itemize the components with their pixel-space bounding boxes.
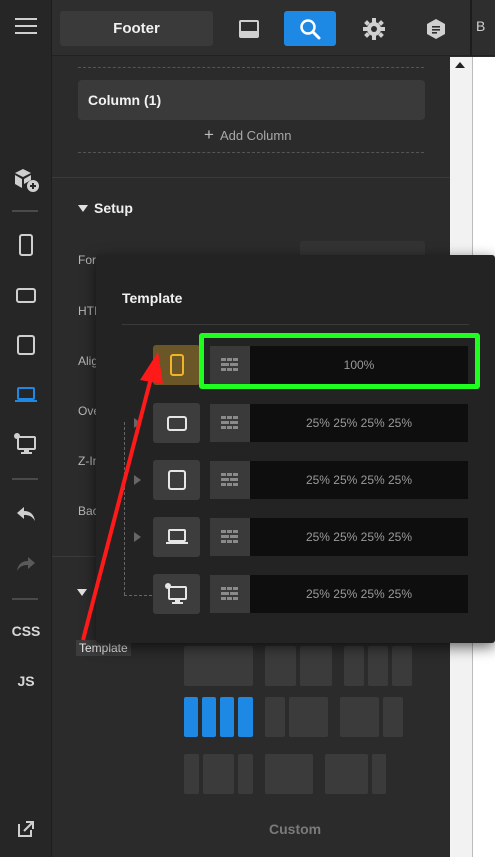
template-popup: Template 100% 25% 25% 25% 25% 25% 25% 25…	[96, 255, 495, 643]
redo-icon[interactable]	[0, 544, 52, 584]
template-value-input[interactable]: 25% 25% 25% 25%	[250, 518, 468, 556]
device-laptop-button[interactable]	[153, 517, 200, 557]
layout-preset[interactable]	[300, 646, 332, 686]
layout-preset[interactable]	[203, 754, 234, 794]
search-icon[interactable]	[284, 11, 336, 46]
template-value-input[interactable]: 25% 25% 25% 25%	[250, 404, 468, 442]
js-button[interactable]: JS	[0, 661, 52, 701]
inheritance-line	[124, 595, 152, 596]
topbar-divider	[470, 0, 472, 56]
desktop-icon	[164, 583, 187, 604]
rail-divider	[12, 478, 38, 480]
top-bar: Footer B	[52, 0, 495, 56]
plus-icon: +	[204, 125, 214, 144]
layout-preset[interactable]	[340, 697, 379, 737]
device-desktop-button[interactable]	[153, 574, 200, 614]
grid-toggle-icon[interactable]	[210, 575, 250, 613]
layout-preset[interactable]	[184, 754, 199, 794]
property-label: For	[78, 253, 96, 267]
tablet-icon	[167, 470, 186, 490]
mobile-landscape-icon	[166, 416, 187, 431]
hamburger-menu-icon[interactable]	[0, 6, 52, 46]
caret-down-icon[interactable]	[77, 589, 87, 596]
mobile-landscape-icon[interactable]	[0, 275, 52, 315]
layout-preset-selected[interactable]	[220, 697, 234, 737]
template-value-input[interactable]: 25% 25% 25% 25%	[250, 461, 468, 499]
tablet-icon[interactable]	[0, 325, 52, 365]
layout-preset-selected[interactable]	[238, 697, 253, 737]
property-label: HTI	[78, 304, 98, 318]
column-item[interactable]: Column (1)	[78, 80, 425, 120]
add-block-icon[interactable]	[0, 160, 52, 200]
external-link-icon[interactable]	[0, 809, 52, 849]
device-mobile-landscape-button[interactable]	[153, 403, 200, 443]
grid-toggle-icon[interactable]	[210, 518, 250, 556]
popup-divider	[122, 324, 469, 325]
layout-preset-selected[interactable]	[202, 697, 216, 737]
laptop-icon[interactable]	[0, 375, 52, 415]
inherit-arrow-icon	[134, 475, 141, 485]
desktop-icon[interactable]	[0, 424, 52, 464]
grid-toggle-icon[interactable]	[210, 404, 250, 442]
mobile-portrait-icon[interactable]	[0, 225, 52, 265]
layout-panel-icon[interactable]	[223, 11, 275, 46]
css-label: CSS	[11, 623, 41, 639]
footer-tab[interactable]: Footer	[60, 11, 213, 46]
left-toolbar: CSS JS	[0, 0, 52, 857]
grid-toggle-icon[interactable]	[210, 461, 250, 499]
caret-down-icon	[78, 204, 88, 212]
layout-preset[interactable]	[344, 646, 364, 686]
layout-preset[interactable]	[289, 697, 328, 737]
inheritance-line	[124, 422, 125, 595]
inherit-arrow-icon	[134, 418, 141, 428]
dotted-divider	[78, 152, 424, 153]
app-root: CSS JS Footer B Column (1) + Add Column …	[0, 0, 495, 857]
setup-label: Setup	[94, 200, 133, 216]
mobile-portrait-icon	[169, 354, 184, 376]
setup-section-header[interactable]: Setup	[78, 200, 133, 216]
property-label: Alig	[78, 354, 99, 368]
laptop-icon	[165, 529, 188, 544]
layout-preset[interactable]	[383, 697, 403, 737]
layout-preset-row	[184, 754, 409, 794]
layout-preset[interactable]	[325, 754, 368, 794]
layout-preset[interactable]	[392, 646, 412, 686]
add-column-button[interactable]: + Add Column	[204, 125, 291, 145]
device-tablet-button[interactable]	[153, 460, 200, 500]
popup-title: Template	[122, 290, 183, 306]
layout-preset[interactable]	[184, 646, 253, 686]
section-divider	[52, 177, 450, 178]
layout-preset[interactable]	[238, 754, 253, 794]
layout-preset[interactable]	[372, 754, 386, 794]
page-settings-icon[interactable]	[410, 11, 462, 46]
undo-icon[interactable]	[0, 494, 52, 534]
layout-preset[interactable]	[265, 697, 285, 737]
layout-preset-selected[interactable]	[184, 697, 198, 737]
highlight-box	[199, 333, 480, 389]
dotted-divider	[78, 67, 424, 68]
device-mobile-portrait-button[interactable]	[153, 345, 200, 385]
inherit-arrow-icon	[134, 532, 141, 542]
layout-preset[interactable]	[265, 754, 313, 794]
css-button[interactable]: CSS	[0, 611, 52, 651]
add-column-label: Add Column	[219, 127, 292, 143]
layout-preset-row	[184, 697, 409, 737]
scroll-up-arrow-icon[interactable]	[455, 62, 465, 68]
js-label: JS	[17, 673, 35, 689]
rail-divider	[12, 598, 38, 600]
topbar-edge-text: B	[476, 18, 486, 34]
layout-preset-row	[184, 646, 412, 686]
layout-preset[interactable]	[368, 646, 388, 686]
template-value-input[interactable]: 25% 25% 25% 25%	[250, 575, 468, 613]
rail-divider	[12, 210, 38, 212]
custom-layout-button[interactable]: Custom	[269, 821, 321, 837]
gear-icon[interactable]	[348, 11, 400, 46]
layout-preset[interactable]	[265, 646, 296, 686]
